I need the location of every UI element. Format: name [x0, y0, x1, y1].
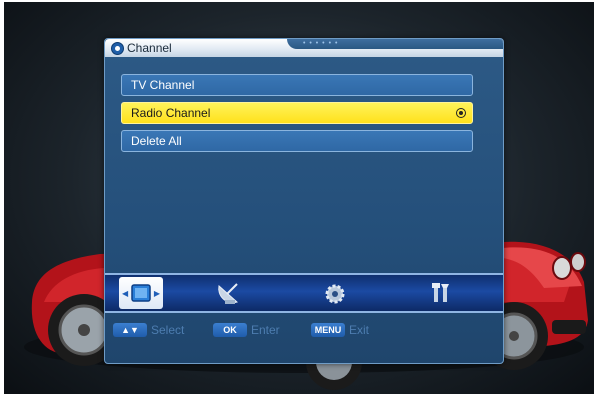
- channel-menu-list: TV Channel Radio Channel Delete All: [121, 74, 473, 158]
- menu-item-label: Delete All: [131, 134, 182, 148]
- channel-menu-panel: • • • • • • Channel TV Channel Radio Cha…: [104, 38, 504, 364]
- menu-item-radio-channel[interactable]: Radio Channel: [121, 102, 473, 124]
- title-dots-decoration: • • • • • •: [303, 40, 339, 47]
- select-key-badge: ▲▼: [113, 323, 147, 337]
- system-setup-menu-button[interactable]: [313, 277, 357, 309]
- tv-screen: • • • • • • Channel TV Channel Radio Cha…: [4, 2, 594, 394]
- tools-icon: [432, 283, 449, 302]
- tools-menu-button[interactable]: [419, 277, 463, 309]
- select-hint-label: Select: [151, 323, 185, 337]
- enter-hint-label: Enter: [251, 323, 280, 337]
- tv-menu-button[interactable]: ◀ ▶: [119, 277, 163, 309]
- installation-menu-button[interactable]: [207, 277, 251, 309]
- radio-selected-icon: [456, 108, 466, 118]
- title-bar: • • • • • • Channel: [105, 39, 503, 57]
- ok-key-badge: OK: [213, 323, 247, 337]
- menu-item-delete-all[interactable]: Delete All: [121, 130, 473, 152]
- gear-icon: [325, 284, 345, 304]
- right-arrow-icon: ▶: [153, 289, 160, 298]
- tv-icon: [131, 284, 151, 302]
- menu-key-badge: MENU: [311, 323, 345, 337]
- window-title: Channel: [127, 41, 172, 55]
- main-menu-icon-bar: ◀ ▶: [105, 273, 503, 313]
- menu-item-label: Radio Channel: [131, 106, 211, 120]
- key-hint-bar: ▲▼ Select OK Enter MENU Exit: [105, 317, 503, 347]
- channel-title-icon: [111, 42, 124, 55]
- title-tab-decoration: • • • • • •: [287, 39, 503, 49]
- menu-item-tv-channel[interactable]: TV Channel: [121, 74, 473, 96]
- satellite-dish-icon: [218, 283, 238, 304]
- menu-item-label: TV Channel: [131, 78, 195, 92]
- left-arrow-icon: ◀: [122, 289, 129, 298]
- exit-hint-label: Exit: [349, 323, 370, 337]
